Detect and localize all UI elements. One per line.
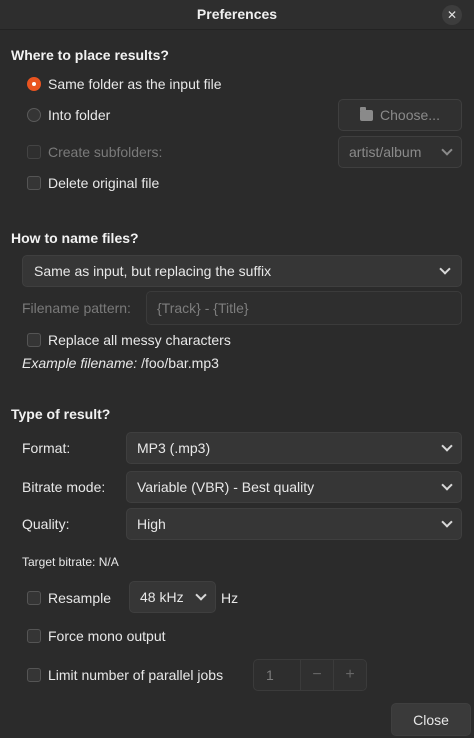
parallel-jobs-spinner[interactable]: 1 − + [253, 659, 367, 691]
chevron-down-icon [439, 263, 451, 275]
title-bar: Preferences ✕ [0, 0, 474, 30]
into-folder-label: Into folder [48, 107, 111, 123]
subfolder-pattern-dropdown[interactable]: artist/album [338, 136, 462, 168]
radio-selected-icon [27, 77, 41, 91]
force-mono-label: Force mono output [48, 628, 166, 644]
resample-unit: Hz [221, 590, 239, 606]
same-folder-radio[interactable]: Same folder as the input file [27, 76, 222, 92]
bitrate-mode-label: Bitrate mode: [22, 479, 106, 495]
format-dropdown[interactable]: MP3 (.mp3) [126, 432, 462, 464]
naming-mode-value: Same as input, but replacing the suffix [34, 263, 272, 279]
limit-jobs-checkbox[interactable]: Limit number of parallel jobs [27, 667, 223, 683]
example-filename-value: /foo/bar.mp3 [141, 355, 219, 371]
same-folder-label: Same folder as the input file [48, 76, 222, 92]
delete-original-label: Delete original file [48, 175, 160, 191]
close-window-icon[interactable]: ✕ [442, 5, 462, 25]
subfolder-pattern-value: artist/album [349, 144, 422, 160]
chevron-down-icon [441, 479, 453, 491]
naming-heading: How to name files? [11, 230, 139, 246]
placement-heading: Where to place results? [11, 47, 169, 63]
checkbox-icon [27, 668, 41, 682]
resample-rate-dropdown[interactable]: 48 kHz [129, 581, 216, 613]
decrement-button[interactable]: − [300, 660, 333, 690]
checkbox-icon [27, 176, 41, 190]
naming-mode-dropdown[interactable]: Same as input, but replacing the suffix [22, 255, 462, 287]
create-subfolders-label: Create subfolders: [48, 144, 163, 160]
folder-icon [360, 106, 374, 121]
checkbox-icon [27, 591, 41, 605]
create-subfolders-checkbox[interactable]: Create subfolders: [27, 144, 162, 160]
checkbox-icon [27, 629, 41, 643]
target-bitrate: Target bitrate: N/A [22, 555, 119, 569]
filename-pattern-label: Filename pattern: [22, 300, 131, 316]
choose-button-label: Choose... [380, 107, 440, 123]
choose-folder-button[interactable]: Choose... [338, 99, 462, 131]
limit-jobs-label: Limit number of parallel jobs [48, 667, 224, 683]
chevron-down-icon [441, 440, 453, 452]
quality-dropdown[interactable]: High [126, 508, 462, 540]
increment-button[interactable]: + [333, 660, 366, 690]
delete-original-checkbox[interactable]: Delete original file [27, 175, 159, 191]
format-value: MP3 (.mp3) [137, 440, 211, 456]
chevron-down-icon [441, 516, 453, 528]
result-heading: Type of result? [11, 406, 111, 422]
filename-pattern-input[interactable]: {Track} - {Title} [146, 291, 462, 325]
radio-unselected-icon [27, 108, 41, 122]
resample-checkbox[interactable]: Resample [27, 590, 111, 606]
into-folder-radio[interactable]: Into folder [27, 107, 110, 123]
checkbox-icon [27, 333, 41, 347]
format-label: Format: [22, 440, 71, 456]
checkbox-icon [27, 145, 41, 159]
replace-messy-label: Replace all messy characters [48, 332, 231, 348]
replace-messy-checkbox[interactable]: Replace all messy characters [27, 332, 231, 348]
quality-value: High [137, 516, 166, 532]
chevron-down-icon [441, 144, 453, 156]
resample-rate-value: 48 kHz [140, 589, 184, 605]
window-title: Preferences [196, 6, 278, 22]
chevron-down-icon [195, 589, 207, 601]
bitrate-mode-dropdown[interactable]: Variable (VBR) - Best quality [126, 471, 462, 503]
example-filename: Example filename: /foo/bar.mp3 [22, 355, 219, 371]
close-button[interactable]: Close [391, 703, 471, 736]
parallel-jobs-value[interactable]: 1 [254, 660, 300, 690]
quality-label: Quality: [22, 516, 70, 532]
example-filename-label: Example filename: [22, 355, 138, 371]
bitrate-mode-value: Variable (VBR) - Best quality [137, 479, 315, 495]
resample-label: Resample [48, 590, 112, 606]
force-mono-checkbox[interactable]: Force mono output [27, 628, 166, 644]
